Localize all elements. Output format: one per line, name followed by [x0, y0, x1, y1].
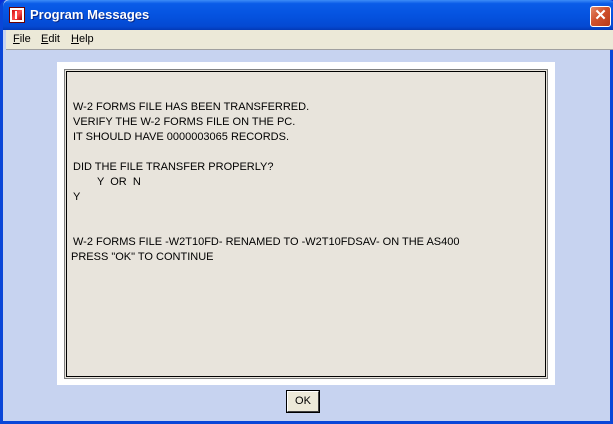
menu-help[interactable]: Help: [71, 33, 94, 45]
window-title: Program Messages: [30, 7, 150, 22]
menu-file[interactable]: File: [13, 33, 31, 45]
menu-edit[interactable]: Edit: [41, 33, 60, 45]
title-bar[interactable]: Program Messages ✕: [3, 0, 613, 30]
message-frame: W-2 FORMS FILE HAS BEEN TRANSFERRED. VER…: [57, 62, 555, 385]
message-line: IT SHOULD HAVE 0000003065 RECORDS.: [73, 131, 290, 143]
message-line: DID THE FILE TRANSFER PROPERLY?: [73, 161, 274, 173]
message-line: W-2 FORMS FILE -W2T10FD- RENAMED TO -W2T…: [73, 236, 460, 248]
message-line: VERIFY THE W-2 FORMS FILE ON THE PC.: [73, 116, 296, 128]
message-line: PRESS "OK" TO CONTINUE: [71, 251, 214, 263]
message-border: W-2 FORMS FILE HAS BEEN TRANSFERRED. VER…: [64, 69, 548, 379]
program-messages-window: Program Messages ✕ File Edit Help W-2 FO…: [0, 0, 613, 424]
close-button[interactable]: ✕: [590, 6, 611, 27]
app-icon: [9, 7, 25, 23]
message-line: Y OR N: [97, 176, 141, 188]
message-line: Y: [73, 191, 81, 203]
message-text-area: W-2 FORMS FILE HAS BEEN TRANSFERRED. VER…: [66, 71, 546, 377]
message-line: W-2 FORMS FILE HAS BEEN TRANSFERRED.: [73, 101, 310, 113]
ok-button[interactable]: OK: [286, 390, 320, 413]
menu-bar: File Edit Help: [6, 30, 613, 50]
